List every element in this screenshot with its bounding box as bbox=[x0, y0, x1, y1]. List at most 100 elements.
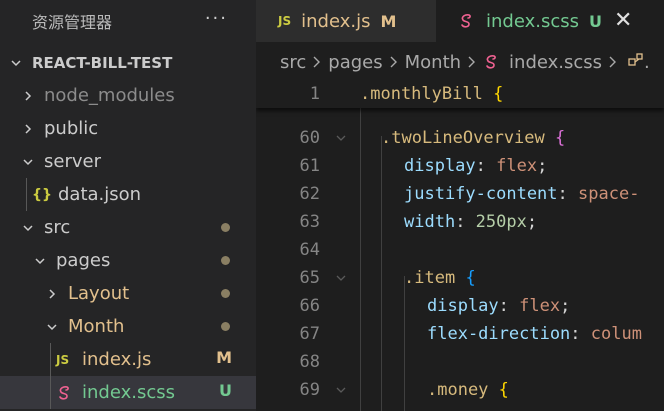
git-untracked-badge: U bbox=[219, 381, 232, 400]
sticky-scroll-header[interactable]: 1 .monthlyBill { bbox=[256, 80, 664, 108]
code-line: 68 bbox=[256, 348, 664, 376]
git-status-dot bbox=[221, 289, 230, 298]
css-property: display bbox=[427, 296, 499, 316]
css-property: display bbox=[404, 156, 476, 176]
tree-item-layout[interactable]: Layout bbox=[0, 277, 256, 310]
chevron-down-icon bbox=[20, 156, 36, 168]
css-selector: .money bbox=[427, 380, 489, 400]
line-number: 65 bbox=[299, 268, 320, 288]
css-selector: .twoLineOverview bbox=[381, 128, 545, 148]
css-value: flex bbox=[519, 296, 561, 316]
tree-item-label: data.json bbox=[58, 184, 142, 205]
git-status-dot bbox=[221, 256, 230, 265]
tree-item-label: node_modules bbox=[44, 85, 175, 106]
code-line: 1 .monthlyBill { bbox=[256, 80, 664, 108]
code-editor[interactable]: 1 .monthlyBill { 60 .twoLineOverview { 6… bbox=[256, 80, 664, 411]
close-tab-icon[interactable]: ✕ bbox=[614, 10, 632, 32]
breadcrumb-item-pages[interactable]: pages bbox=[328, 52, 382, 73]
code-line: 60 .twoLineOverview { bbox=[256, 124, 664, 152]
css-value: space- bbox=[578, 184, 640, 204]
chevron-right-icon bbox=[20, 123, 36, 135]
git-status-dot bbox=[221, 322, 230, 331]
code-line: 62 justify-content: space- bbox=[256, 180, 664, 208]
file-tree: REACT-BILL-TEST node_modules public serv… bbox=[0, 46, 256, 409]
css-unit: px bbox=[506, 212, 527, 232]
css-property: justify-content bbox=[404, 184, 558, 204]
editor-tabs: JS index.js M index.scss U ✕ bbox=[256, 0, 664, 42]
tree-item-node-modules[interactable]: node_modules bbox=[0, 79, 256, 112]
project-root[interactable]: REACT-BILL-TEST bbox=[0, 46, 256, 79]
fold-chevron-icon[interactable] bbox=[334, 383, 348, 397]
line-number: 1 bbox=[309, 84, 320, 104]
chevron-right-icon bbox=[608, 56, 618, 68]
fold-chevron-icon[interactable] bbox=[334, 131, 348, 145]
breadcrumb-item-index-scss[interactable]: index.scss bbox=[509, 52, 602, 73]
chevron-right-icon bbox=[312, 56, 322, 68]
code-line: 69 .money { bbox=[256, 376, 664, 404]
more-actions-icon[interactable]: ··· bbox=[205, 8, 228, 29]
tab-label: index.js bbox=[301, 10, 371, 32]
line-number: 64 bbox=[299, 240, 320, 260]
line-number: 66 bbox=[299, 296, 320, 316]
code-line: 63 width: 250px; bbox=[256, 208, 664, 236]
tree-item-label: src bbox=[44, 217, 71, 238]
sass-file-icon bbox=[56, 384, 74, 402]
chevron-down-icon bbox=[44, 321, 60, 333]
indent-guide bbox=[26, 178, 27, 211]
tree-item-data-json[interactable]: {} data.json bbox=[0, 178, 256, 211]
chevron-right-icon bbox=[20, 90, 36, 102]
tree-item-index-js[interactable]: JS index.js M bbox=[0, 343, 256, 376]
tab-index-js[interactable]: JS index.js M bbox=[256, 0, 436, 42]
breadcrumb-item-src[interactable]: src bbox=[280, 52, 306, 73]
code-line: 65 .item { bbox=[256, 264, 664, 292]
json-file-icon: {} bbox=[32, 186, 52, 203]
css-value: flex bbox=[496, 156, 538, 176]
brace: { bbox=[498, 380, 509, 400]
css-selector: .item bbox=[404, 268, 456, 288]
line-number: 62 bbox=[299, 184, 320, 204]
chevron-down-icon bbox=[20, 222, 36, 234]
tree-item-label: index.scss bbox=[82, 382, 175, 403]
tree-item-month[interactable]: Month bbox=[0, 310, 256, 343]
tab-status-badge: M bbox=[380, 11, 397, 31]
tree-item-label: server bbox=[44, 151, 101, 172]
css-value: colum bbox=[590, 324, 642, 344]
tree-item-src[interactable]: src bbox=[0, 211, 256, 244]
css-selector: .monthlyBill bbox=[360, 84, 483, 104]
tree-item-public[interactable]: public bbox=[0, 112, 256, 145]
chevron-right-icon bbox=[44, 288, 60, 300]
line-number: 60 bbox=[299, 128, 320, 148]
breadcrumb-item-symbol[interactable]: . bbox=[644, 52, 650, 73]
tree-item-label: Layout bbox=[68, 283, 130, 304]
tree-item-label: Month bbox=[68, 316, 125, 337]
git-modified-badge: M bbox=[216, 348, 232, 367]
css-number: 250 bbox=[475, 212, 507, 232]
explorer-header: 资源管理器 ··· bbox=[0, 0, 256, 42]
tree-item-label: index.js bbox=[82, 349, 152, 370]
git-status-dot bbox=[221, 223, 230, 232]
line-number: 61 bbox=[299, 156, 320, 176]
brace: { bbox=[555, 128, 566, 148]
code-line: 66 display: flex; bbox=[256, 292, 664, 320]
tree-item-label: pages bbox=[56, 250, 111, 271]
tab-index-scss[interactable]: index.scss U ✕ bbox=[436, 0, 664, 42]
tree-item-label: public bbox=[44, 118, 99, 139]
tree-item-server[interactable]: server bbox=[0, 145, 256, 178]
line-number: 68 bbox=[299, 352, 320, 372]
indent-guide bbox=[50, 376, 51, 409]
tree-item-index-scss[interactable]: index.scss U bbox=[0, 376, 256, 409]
chevron-right-icon bbox=[467, 56, 477, 68]
sass-file-icon bbox=[458, 12, 476, 30]
brace: { bbox=[465, 268, 476, 288]
indent-guide bbox=[50, 343, 51, 376]
js-file-icon: JS bbox=[56, 352, 70, 367]
tree-item-pages[interactable]: pages bbox=[0, 244, 256, 277]
explorer-title: 资源管理器 bbox=[32, 13, 113, 32]
brace: { bbox=[493, 84, 504, 104]
symbol-class-icon bbox=[628, 52, 644, 72]
css-property: width bbox=[404, 212, 456, 232]
fold-chevron-icon[interactable] bbox=[334, 271, 348, 285]
breadcrumb-item-month[interactable]: Month bbox=[405, 52, 461, 73]
explorer-sidebar: 资源管理器 ··· REACT-BILL-TEST node_modules p… bbox=[0, 0, 256, 411]
code-line: 64 bbox=[256, 236, 664, 264]
